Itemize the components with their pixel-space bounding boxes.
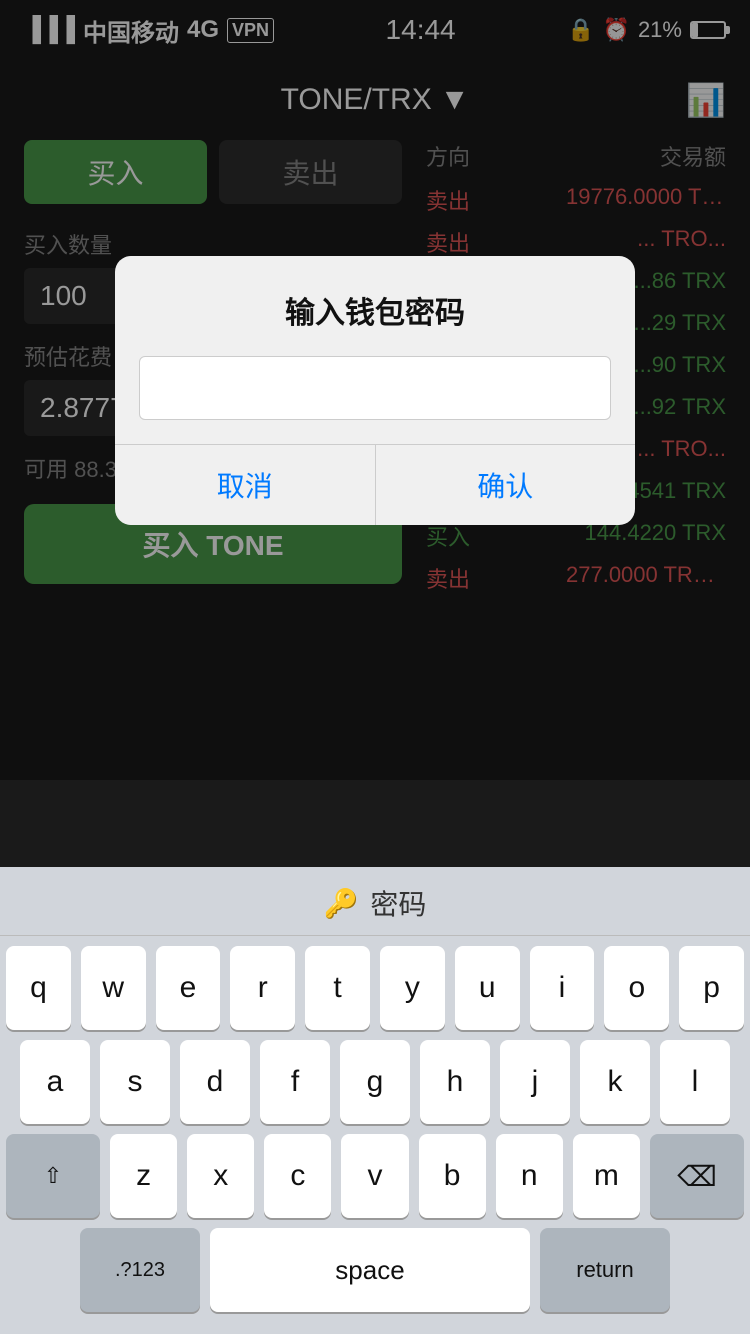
key-s[interactable]: s	[100, 1040, 170, 1124]
delete-key[interactable]: ⌫	[650, 1134, 744, 1218]
key-i[interactable]: i	[530, 946, 595, 1030]
key-f[interactable]: f	[260, 1040, 330, 1124]
modal-input-wrapper	[115, 348, 635, 444]
key-row-2: a s d f g h j k l	[6, 1040, 744, 1124]
modal-overlay: 输入钱包密码 取消 确认	[0, 0, 750, 780]
keyboard-area: 🔑 密码 q w e r t y u i o p a s d f g h j k…	[0, 867, 750, 1334]
key-v[interactable]: v	[341, 1134, 408, 1218]
key-r[interactable]: r	[230, 946, 295, 1030]
key-row-3: ⇧ z x c v b n m ⌫	[6, 1134, 744, 1218]
key-y[interactable]: y	[380, 946, 445, 1030]
password-input[interactable]	[139, 356, 611, 420]
key-g[interactable]: g	[340, 1040, 410, 1124]
key-u[interactable]: u	[455, 946, 520, 1030]
key-p[interactable]: p	[679, 946, 744, 1030]
hint-text: 密码	[370, 883, 426, 923]
return-key[interactable]: return	[540, 1228, 670, 1312]
key-d[interactable]: d	[180, 1040, 250, 1124]
modal-title: 输入钱包密码	[115, 256, 635, 348]
key-row-4: .?123 space return	[6, 1228, 744, 1312]
space-key[interactable]: space	[210, 1228, 530, 1312]
key-l[interactable]: l	[660, 1040, 730, 1124]
key-e[interactable]: e	[156, 946, 221, 1030]
cancel-button[interactable]: 取消	[115, 445, 376, 525]
key-q[interactable]: q	[6, 946, 71, 1030]
key-w[interactable]: w	[81, 946, 146, 1030]
key-x[interactable]: x	[187, 1134, 254, 1218]
key-m[interactable]: m	[573, 1134, 640, 1218]
key-b[interactable]: b	[419, 1134, 486, 1218]
password-modal: 输入钱包密码 取消 确认	[115, 256, 635, 525]
key-z[interactable]: z	[110, 1134, 177, 1218]
key-h[interactable]: h	[420, 1040, 490, 1124]
key-j[interactable]: j	[500, 1040, 570, 1124]
keyboard-hint: 🔑 密码	[0, 867, 750, 936]
key-n[interactable]: n	[496, 1134, 563, 1218]
key-o[interactable]: o	[604, 946, 669, 1030]
key-a[interactable]: a	[20, 1040, 90, 1124]
key-t[interactable]: t	[305, 946, 370, 1030]
confirm-button[interactable]: 确认	[376, 445, 636, 525]
numeric-switch-key[interactable]: .?123	[80, 1228, 200, 1312]
shift-key[interactable]: ⇧	[6, 1134, 100, 1218]
key-row-1: q w e r t y u i o p	[6, 946, 744, 1030]
key-k[interactable]: k	[580, 1040, 650, 1124]
key-c[interactable]: c	[264, 1134, 331, 1218]
key-rows: q w e r t y u i o p a s d f g h j k l ⇧ …	[0, 936, 750, 1326]
key-icon: 🔑	[324, 887, 359, 920]
modal-buttons: 取消 确认	[115, 444, 635, 525]
